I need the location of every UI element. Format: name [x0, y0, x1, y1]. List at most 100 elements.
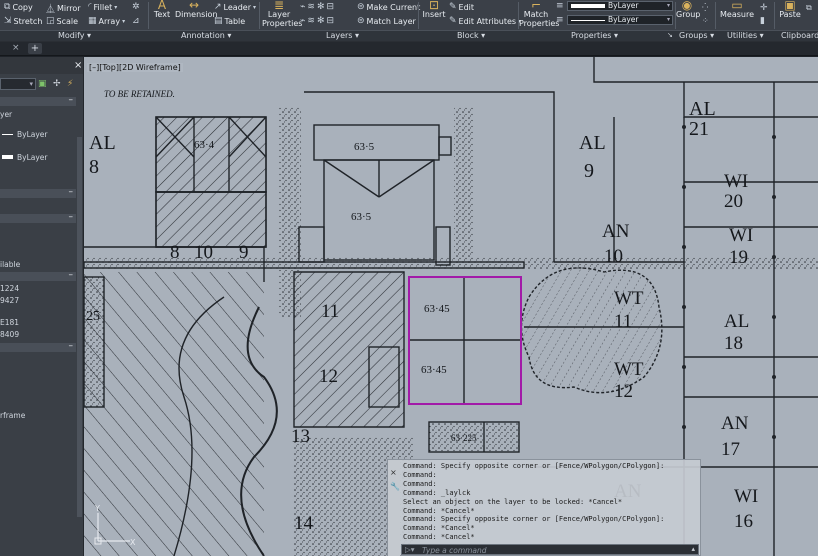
chevron-up-icon[interactable]: ▴: [691, 545, 695, 553]
panel-properties[interactable]: Properties ▾: [571, 31, 618, 40]
properties-launcher-icon[interactable]: ↘: [667, 31, 673, 39]
palette-text: E181: [0, 318, 20, 327]
command-close-icon[interactable]: ×: [390, 468, 397, 477]
label-6345-b: 63·45: [421, 364, 447, 376]
stretch-button[interactable]: ⇲ Stretch: [4, 16, 42, 26]
measure-button[interactable]: ▭ Measure: [720, 0, 754, 19]
ucs-icon: Y X: [94, 505, 136, 547]
toggle-pickadd-icon[interactable]: ▣: [38, 79, 47, 89]
insert-button[interactable]: ⊡ Insert: [422, 0, 446, 19]
object-type-select[interactable]: ▾: [0, 78, 36, 90]
calculator-icon[interactable]: ▮: [760, 16, 765, 26]
properties-palette: × ▾ ▣ ✢ ⚡ – yer ByLayer ByLayer – – ilab…: [0, 57, 84, 556]
section-general[interactable]: –: [0, 95, 76, 106]
table-icon: ▤: [214, 16, 223, 26]
linetype-icon: ≡: [556, 15, 564, 25]
label-635-a: 63·5: [354, 141, 375, 153]
linetype-select[interactable]: ByLayer ▾: [567, 15, 673, 25]
layer-properties-button[interactable]: ≣ Layer Properties: [262, 0, 302, 28]
command-settings-icon[interactable]: 🔧: [390, 482, 400, 491]
label-al9-b: 9: [584, 160, 594, 182]
point-icon[interactable]: ✛: [760, 3, 768, 13]
insert-icon: ⊡: [428, 0, 440, 12]
svg-text:Y: Y: [94, 505, 100, 513]
panel-layers[interactable]: Layers ▾: [326, 31, 359, 40]
array-button[interactable]: ▦ Array ▾: [88, 16, 125, 26]
palette-close-icon[interactable]: ×: [74, 60, 82, 71]
fillet-button[interactable]: ◜ Fillet ▾: [88, 2, 117, 12]
panel-utilities[interactable]: Utilities ▾: [727, 31, 764, 40]
panel-block[interactable]: Block ▾: [457, 31, 485, 40]
copy-clip-icon[interactable]: ⧉: [806, 3, 812, 13]
offset-button[interactable]: ⊿: [132, 16, 140, 26]
new-tab-button[interactable]: +: [28, 43, 42, 54]
group-button[interactable]: ◉ Group: [676, 0, 700, 19]
label-wi19-b: 19: [729, 247, 748, 268]
label-wi16-b: 16: [734, 511, 753, 532]
label-al21-b: 21: [689, 118, 709, 140]
viewport-controls-label[interactable]: [–][Top][2D Wireframe]: [87, 63, 183, 72]
close-tab-icon[interactable]: ×: [12, 43, 20, 53]
paste-button[interactable]: ▣ Paste: [778, 0, 802, 19]
label-lot-25: 25: [86, 309, 100, 324]
panel-clipboard[interactable]: Clipboard: [781, 31, 818, 40]
label-an17-a: AN: [721, 413, 749, 434]
label-an10-b: 10: [604, 246, 623, 267]
palette-text: 1224: [0, 284, 20, 293]
leader-button[interactable]: ↗ Leader ▾: [214, 2, 256, 12]
block-edit-button[interactable]: ✎ Edit: [449, 2, 474, 12]
section-misc[interactable]: –: [0, 341, 76, 352]
edit-attributes-button[interactable]: ✎ Edit Attributes ▾: [449, 16, 521, 26]
mirror-button[interactable]: ⏅ Mirror: [46, 2, 81, 15]
group-edit-icon[interactable]: ⁘: [702, 16, 709, 25]
label-lot-11: 11: [321, 301, 339, 322]
section-view[interactable]: –: [0, 270, 76, 281]
palette-text: 8409: [0, 330, 20, 339]
command-history-line: Command: Specify opposite corner or [Fen…: [403, 462, 665, 470]
table-button[interactable]: ▤ Table: [214, 16, 245, 26]
match-properties-button[interactable]: ⌐ Match Properties: [519, 0, 559, 28]
stretch-icon: ⇲: [4, 16, 12, 26]
label-6345-a: 63·45: [424, 303, 450, 315]
command-history-line: Command: *Cancel*: [403, 524, 475, 533]
scale-button[interactable]: ◲ Scale: [46, 16, 78, 26]
label-lot-10: 10: [194, 242, 213, 263]
section-plot-style[interactable]: –: [0, 212, 76, 223]
explode-icon: ✲: [132, 2, 140, 12]
ribbon-separator: [715, 2, 716, 29]
svg-text:X: X: [130, 538, 136, 547]
command-window-grip[interactable]: × 🔧: [388, 460, 400, 556]
palette-text: rframe: [0, 411, 26, 420]
chevron-down-icon: ▾: [666, 2, 670, 9]
panel-modify[interactable]: Modify ▾: [58, 31, 91, 40]
panel-annotation[interactable]: Annotation ▾: [181, 31, 231, 40]
label-al18-a: AL: [724, 311, 749, 332]
palette-scrollbar[interactable]: [77, 137, 82, 517]
lineweight-select[interactable]: ByLayer ▾: [567, 1, 673, 11]
command-prompt-icon: ▷▾: [405, 545, 415, 554]
measure-icon: ▭: [731, 0, 743, 12]
label-al18-b: 18: [724, 333, 743, 354]
command-window[interactable]: × 🔧 Command: Specify opposite corner or …: [387, 459, 701, 556]
quick-select-icon[interactable]: ⚡: [67, 79, 73, 89]
label-al8-a: AL: [89, 132, 116, 154]
section-3d-visualization[interactable]: –: [0, 187, 76, 198]
command-input[interactable]: ▷▾ Type a command ▴: [401, 544, 699, 555]
layer-tools-row-2[interactable]: ⌁ ≋ ✻ ⊟: [300, 16, 334, 26]
layer-tools-row-1[interactable]: ⌁ ≋ ✻ ⊟: [300, 2, 334, 12]
select-objects-icon[interactable]: ✢: [53, 79, 61, 89]
text-button[interactable]: A Text: [151, 0, 173, 19]
panel-groups[interactable]: Groups ▾: [679, 31, 714, 40]
command-history-line: Command: *Cancel*: [403, 506, 475, 515]
make-current-button[interactable]: ⊜ Make Current: [357, 2, 420, 12]
ribbon-separator: [774, 2, 775, 29]
command-history-line: Command: *Cancel*: [403, 533, 475, 542]
lineweight-swatch: [2, 134, 13, 135]
ungroup-icon[interactable]: ⁛: [702, 3, 708, 12]
copy-icon: ⧉: [4, 2, 11, 12]
match-layer-button[interactable]: ⊜ Match Layer: [357, 16, 416, 26]
dimension-button[interactable]: ↔ Dimension: [175, 0, 218, 19]
label-lot-9: 9: [239, 242, 249, 263]
copy-button[interactable]: ⧉ Copy: [4, 2, 33, 12]
explode-button[interactable]: ✲: [132, 2, 140, 12]
